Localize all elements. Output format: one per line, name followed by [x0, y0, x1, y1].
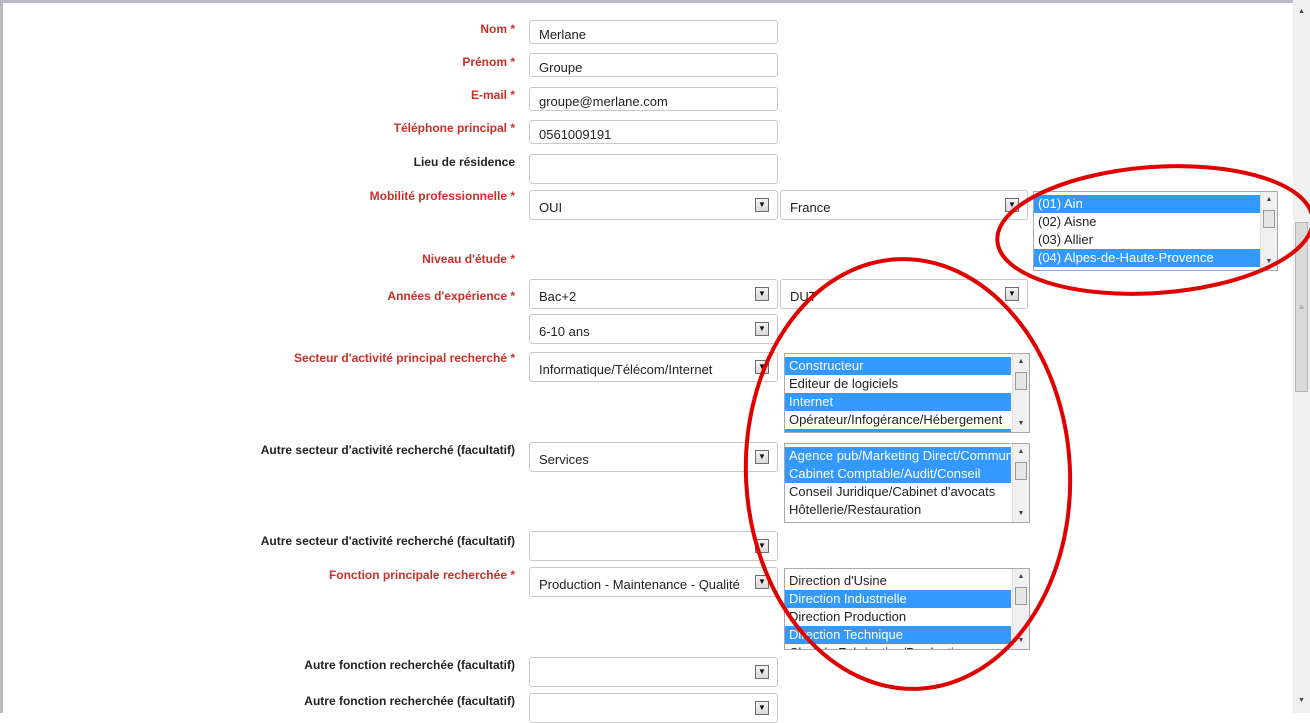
- annotation-circle-listboxes: [743, 257, 1073, 691]
- annotation-overlay: [743, 164, 1310, 691]
- annotation-circle-departements: [995, 164, 1310, 296]
